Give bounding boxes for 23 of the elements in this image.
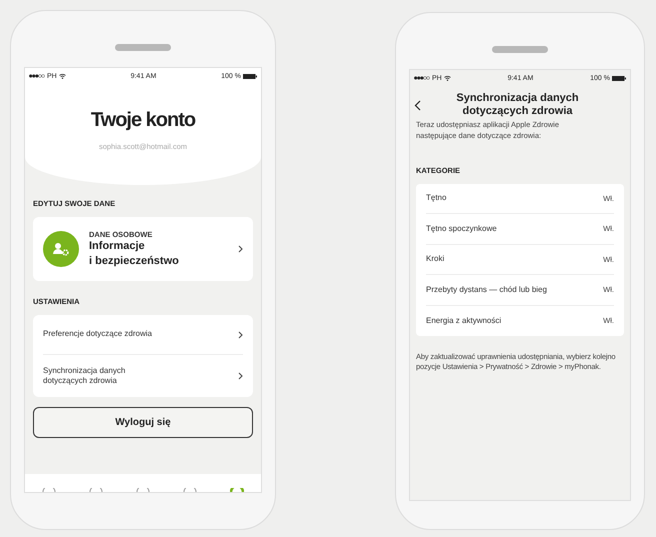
user-settings-icon (43, 231, 79, 267)
page-title: Synchronizacja danych dotyczących zdrowia (455, 92, 580, 118)
phone-speaker (115, 44, 171, 51)
phone-speaker (492, 46, 548, 53)
signal-dots-icon (414, 76, 430, 80)
category-label: Przebyty dystans — chód lub bieg (426, 284, 547, 296)
page-title: Twoje konto (90, 109, 196, 132)
logout-button[interactable]: Wyloguj się (33, 407, 253, 438)
category-label: Energia z aktywności (426, 316, 502, 326)
chevron-right-icon (238, 330, 243, 338)
chevron-right-icon (238, 372, 243, 380)
wifi-icon (444, 76, 451, 80)
battery-icon (612, 76, 626, 80)
category-label: Tętno (426, 193, 446, 204)
chevron-right-icon (238, 245, 243, 253)
wifi-icon (58, 74, 66, 78)
card-title: Informacje i bezpieczeństwo (89, 239, 180, 268)
battery-icon (243, 74, 257, 78)
settings-item[interactable]: Preferencje dotyczące zdrowia (43, 315, 243, 355)
category-label: Tętno spoczynkowe (426, 224, 497, 234)
signal-dots-icon (29, 74, 45, 78)
settings-item[interactable]: Synchronizacja danych dotyczących zdrowia (43, 355, 243, 397)
category-label: Kroki (426, 254, 444, 265)
